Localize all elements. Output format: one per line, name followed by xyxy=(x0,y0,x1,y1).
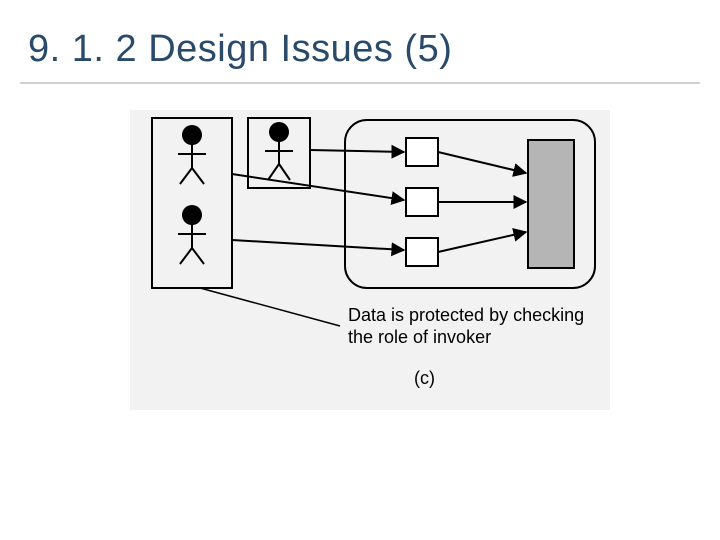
title-underline xyxy=(20,82,700,84)
protected-data-block xyxy=(528,140,574,268)
slide-heading: 9. 1. 2 Design Issues (5) xyxy=(28,28,452,71)
diagram-svg xyxy=(130,110,610,410)
arrow-box3-to-data xyxy=(438,232,526,252)
actor-top-left xyxy=(178,125,206,184)
role-check-box-3 xyxy=(406,238,438,266)
figure-panel: Data is protected by checking the role o… xyxy=(130,110,610,410)
subfigure-label: (c) xyxy=(414,368,435,389)
arrow-upper-role-to-box1 xyxy=(310,150,404,152)
role-check-box-1 xyxy=(406,138,438,166)
actor-upper-right xyxy=(265,122,293,180)
role-check-box-2 xyxy=(406,188,438,216)
caption-leader-line xyxy=(200,288,340,326)
arrow-left-role-to-box3 xyxy=(232,240,404,250)
actor-bottom-left xyxy=(178,205,206,264)
arrow-box1-to-data xyxy=(438,152,526,173)
figure-caption: Data is protected by checking the role o… xyxy=(348,305,598,348)
